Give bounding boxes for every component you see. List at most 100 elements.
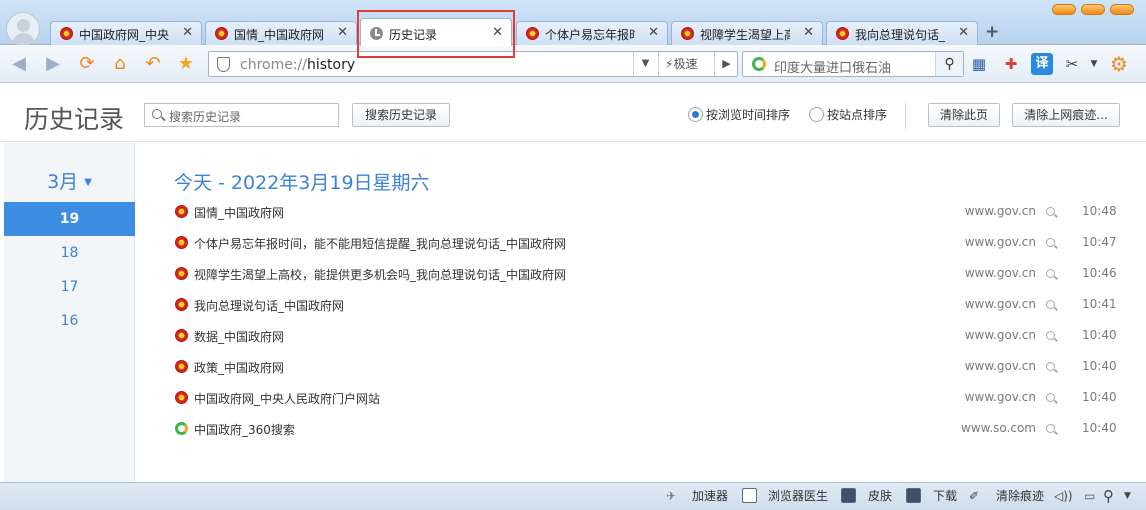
day-item-16[interactable]: 16 (4, 304, 135, 338)
gov-emblem-icon (175, 391, 188, 404)
web-search-input[interactable]: 印度大量进口俄石油 (774, 57, 891, 76)
accelerator-button[interactable]: 加速器 (692, 487, 728, 505)
tab-label: 视障学生渴望上高 (700, 28, 790, 42)
chevron-down-icon[interactable]: ▼ (1124, 487, 1131, 505)
download-button[interactable]: 下载 (933, 487, 957, 505)
history-search-field[interactable]: 搜索历史记录 (144, 103, 339, 127)
clear-page-button[interactable]: 清除此页 (928, 103, 1000, 127)
search-icon[interactable] (1046, 331, 1055, 340)
history-time: 10:46 (1082, 266, 1117, 280)
apps-grid-icon[interactable]: ▦ (968, 53, 990, 75)
web-search-box[interactable]: 印度大量进口俄石油 ⚲ (742, 51, 964, 77)
minimize-button[interactable] (1052, 4, 1076, 15)
day-heading: 今天 - 2022年3月19日星期六 (174, 172, 430, 194)
accelerator-icon[interactable]: ✈ (666, 487, 676, 505)
chevron-down-icon[interactable]: ▼ (1083, 53, 1105, 75)
back-arrow-icon[interactable]: ◀ (6, 51, 32, 77)
tab-geti[interactable]: 个体户易忘年报时 ✕ (516, 21, 668, 45)
history-title-link[interactable]: 视障学生渴望上高校，能提供更多机会吗_我向总理说句话_中国政府网 (194, 266, 566, 283)
go-arrow-icon[interactable]: ▶ (714, 52, 738, 76)
user-avatar[interactable] (6, 12, 40, 46)
close-window-button[interactable] (1110, 4, 1134, 15)
history-title-link[interactable]: 中国政府_360搜索 (194, 421, 295, 438)
history-domain: www.gov.cn (964, 297, 1036, 311)
history-row[interactable]: 视障学生渴望上高校，能提供更多机会吗_我向总理说句话_中国政府网 www.gov… (173, 264, 1117, 286)
browser-doctor-button[interactable]: 浏览器医生 (768, 487, 828, 505)
favorite-star-icon[interactable]: ★ (173, 51, 199, 77)
forward-arrow-icon[interactable]: ▶ (40, 51, 66, 77)
history-title-link[interactable]: 我向总理说句话_中国政府网 (194, 297, 344, 314)
search-icon[interactable]: ⚲ (935, 52, 963, 76)
history-row[interactable]: 政策_中国政府网 www.gov.cn 10:40 (173, 357, 1117, 379)
history-time: 10:47 (1082, 235, 1117, 249)
chevron-down-icon[interactable]: ▼ (633, 52, 657, 76)
tab-label: 国情_中国政府网 (234, 28, 325, 42)
scissors-icon[interactable]: ✂ (1061, 53, 1083, 75)
new-tab-plus-icon[interactable]: + (985, 22, 999, 42)
history-title-link[interactable]: 个体户易忘年报时间，能不能用短信提醒_我向总理说句话_中国政府网 (194, 235, 566, 252)
history-row[interactable]: 个体户易忘年报时间，能不能用短信提醒_我向总理说句话_中国政府网 www.gov… (173, 233, 1117, 255)
search-icon[interactable] (1046, 393, 1055, 402)
skin-button[interactable]: 皮肤 (868, 487, 892, 505)
search-icon[interactable] (1046, 300, 1055, 309)
search-history-button[interactable]: 搜索历史记录 (352, 103, 450, 127)
clear-traces-status-button[interactable]: 清除痕迹 (996, 487, 1044, 505)
history-domain: www.gov.cn (964, 359, 1036, 373)
sort-by-time-label[interactable]: 按浏览时间排序 (706, 106, 790, 123)
history-title-link[interactable]: 国情_中国政府网 (194, 204, 284, 221)
search-icon[interactable] (1046, 238, 1055, 247)
tab-shizhang[interactable]: 视障学生渴望上高 ✕ (671, 21, 823, 45)
game-controller-icon[interactable]: ✚ (1000, 53, 1022, 75)
tab-zongli[interactable]: 我向总理说句话_ ✕ (826, 21, 978, 45)
gov-emblem-icon (681, 27, 694, 40)
sort-by-site-radio[interactable] (809, 107, 824, 122)
speed-mode-button[interactable]: ⚡极速 (658, 52, 714, 76)
day-item-17[interactable]: 17 (4, 270, 135, 304)
tab-gov-home[interactable]: 中国政府网_中央 ✕ (50, 21, 202, 45)
search-icon[interactable] (1046, 207, 1055, 216)
so360-icon (175, 422, 188, 435)
day-item-19[interactable]: 19 (4, 202, 135, 236)
close-icon[interactable]: ✕ (803, 25, 814, 40)
undo-icon[interactable]: ↶ (140, 51, 166, 77)
screen-icon[interactable]: ▭ (1084, 487, 1095, 505)
search-icon[interactable] (1046, 269, 1055, 278)
gov-emblem-icon (175, 329, 188, 342)
history-page: 历史记录 搜索历史记录 搜索历史记录 按浏览时间排序 按站点排序 清除此页 清除… (0, 84, 1146, 482)
close-icon[interactable]: ✕ (337, 25, 348, 40)
clear-traces-button[interactable]: 清除上网痕迹... (1012, 103, 1120, 127)
translate-icon[interactable]: 译 (1031, 53, 1053, 75)
history-row[interactable]: 国情_中国政府网 www.gov.cn 10:48 (173, 202, 1117, 224)
refresh-icon[interactable]: ⟳ (74, 51, 100, 77)
history-title-link[interactable]: 政策_中国政府网 (194, 359, 284, 376)
close-icon[interactable]: ✕ (648, 25, 659, 40)
close-icon[interactable]: ✕ (182, 25, 193, 40)
close-icon[interactable]: ✕ (958, 25, 969, 40)
day-item-18[interactable]: 18 (4, 236, 135, 270)
history-domain: www.gov.cn (964, 390, 1036, 404)
history-title-link[interactable]: 数据_中国政府网 (194, 328, 284, 345)
gov-emblem-icon (175, 360, 188, 373)
gov-emblem-icon (175, 298, 188, 311)
history-row[interactable]: 中国政府_360搜索 www.so.com 10:40 (173, 419, 1117, 441)
history-row[interactable]: 我向总理说句话_中国政府网 www.gov.cn 10:41 (173, 295, 1117, 317)
home-icon[interactable]: ⌂ (107, 51, 133, 77)
sort-by-time-radio[interactable] (688, 107, 703, 122)
history-header: 历史记录 搜索历史记录 搜索历史记录 按浏览时间排序 按站点排序 清除此页 清除… (0, 84, 1146, 142)
search-icon[interactable] (1046, 424, 1055, 433)
history-title-link[interactable]: 中国政府网_中央人民政府门户网站 (194, 390, 380, 407)
address-text[interactable]: chrome://history (240, 57, 355, 73)
zoom-search-icon[interactable]: ⚲ (1103, 487, 1114, 505)
search-icon (152, 109, 162, 119)
month-selector[interactable]: 3月 ▼ (4, 167, 135, 194)
tab-guoqing[interactable]: 国情_中国政府网 ✕ (205, 21, 357, 45)
settings-gear-icon[interactable]: ⚙ (1108, 53, 1130, 75)
history-time: 10:40 (1082, 359, 1117, 373)
maximize-button[interactable] (1081, 4, 1105, 15)
history-search-input[interactable]: 搜索历史记录 (169, 108, 241, 125)
history-row[interactable]: 数据_中国政府网 www.gov.cn 10:40 (173, 326, 1117, 348)
search-icon[interactable] (1046, 362, 1055, 371)
history-row[interactable]: 中国政府网_中央人民政府门户网站 www.gov.cn 10:40 (173, 388, 1117, 410)
volume-icon[interactable]: ◁)) (1054, 487, 1073, 505)
sort-by-site-label[interactable]: 按站点排序 (827, 106, 887, 123)
